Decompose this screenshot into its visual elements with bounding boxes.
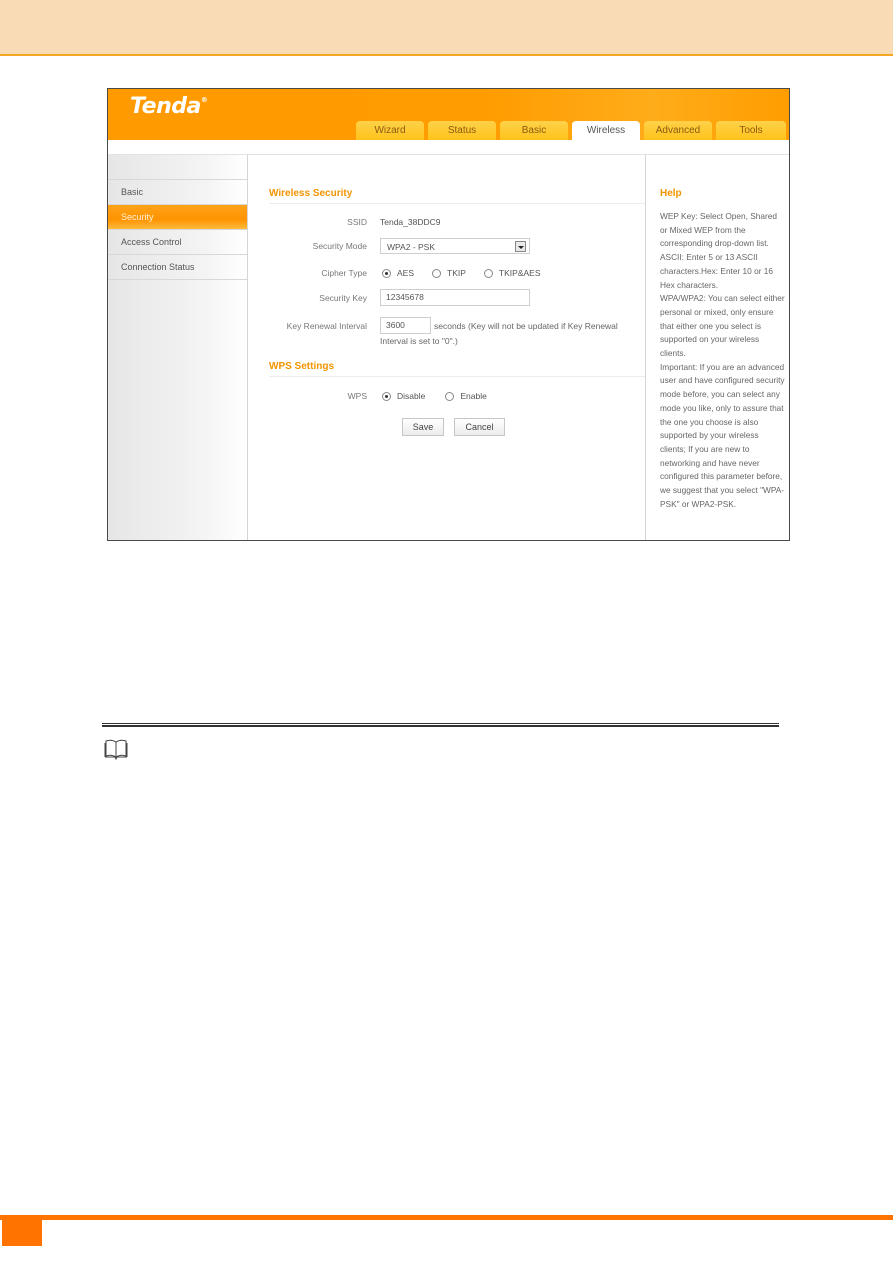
footer-rule (0, 1215, 893, 1220)
tab-advanced[interactable]: Advanced (644, 121, 712, 140)
document-page-header (0, 0, 893, 56)
cancel-button[interactable]: Cancel (454, 418, 505, 436)
wps-disable-label: Disable (397, 391, 426, 401)
ssid-label: SSID (347, 217, 367, 227)
router-banner: Tenda® Wizard Status Basic Wireless Adva… (108, 89, 789, 140)
ssid-value: Tenda_38DDC9 (380, 217, 441, 227)
book-icon (104, 739, 128, 760)
tenda-logo: Tenda® (130, 94, 208, 119)
section-divider (269, 376, 645, 377)
security-mode-select[interactable]: WPA2 - PSK (380, 238, 530, 254)
tab-tools[interactable]: Tools (716, 121, 786, 140)
security-mode-label: Security Mode (312, 241, 367, 251)
page-number-tab (2, 1220, 42, 1246)
cipher-type-group: AES TKIP TKIP&AES (382, 268, 541, 278)
main-nav-tabs: Wizard Status Basic Wireless Advanced To… (356, 121, 786, 140)
sidebar-item-connection-status[interactable]: Connection Status (108, 255, 247, 280)
help-body: WEP Key: Select Open, Shared or Mixed WE… (660, 210, 786, 511)
radio-checked-icon[interactable] (382, 391, 391, 401)
sub-header-bar (108, 140, 789, 155)
sidebar-item-security[interactable]: Security (108, 205, 247, 230)
key-renewal-label: Key Renewal Interval (286, 321, 367, 331)
radio-unchecked-icon[interactable] (432, 268, 442, 278)
security-key-input[interactable]: 12345678 (380, 289, 530, 306)
sidebar-item-basic[interactable]: Basic (108, 180, 247, 205)
cipher-aes-radio[interactable]: AES (382, 268, 414, 278)
sidebar-spacer (108, 155, 247, 180)
key-renewal-note-line1: seconds (Key will not be updated if Key … (434, 321, 618, 331)
tab-basic[interactable]: Basic (500, 121, 568, 140)
radio-unchecked-icon[interactable] (445, 391, 455, 401)
cipher-tkip-label: TKIP (447, 268, 466, 278)
radio-unchecked-icon[interactable] (483, 268, 493, 278)
key-renewal-input[interactable]: 3600 (380, 317, 431, 334)
dropdown-arrow-icon[interactable] (515, 241, 526, 252)
wps-enable-label: Enable (460, 391, 487, 401)
radio-checked-icon[interactable] (382, 268, 391, 278)
sidebar: Basic Security Access Control Connection… (108, 155, 248, 540)
router-admin-screenshot: Tenda® Wizard Status Basic Wireless Adva… (107, 88, 790, 541)
security-mode-value: WPA2 - PSK (387, 242, 436, 252)
help-paragraph-wep: WEP Key: Select Open, Shared or Mixed WE… (660, 211, 777, 290)
section-divider (269, 203, 645, 204)
sidebar-item-access-control[interactable]: Access Control (108, 230, 247, 255)
help-panel: Help WEP Key: Select Open, Shared or Mix… (645, 155, 789, 540)
wps-label: WPS (347, 391, 367, 401)
help-title: Help (660, 188, 682, 199)
cipher-type-label: Cipher Type (321, 268, 367, 278)
save-button[interactable]: Save (402, 418, 444, 436)
tab-wizard[interactable]: Wizard (356, 121, 424, 140)
cipher-tkip-aes-label: TKIP&AES (498, 268, 541, 278)
note-divider (102, 723, 779, 727)
help-paragraph-important: Important: If you are an advanced user a… (660, 361, 785, 509)
main-content: Wireless Security SSID Tenda_38DDC9 Secu… (252, 155, 645, 540)
security-key-label: Security Key (319, 293, 367, 303)
cipher-tkip-aes-radio[interactable]: TKIP&AES (483, 268, 541, 278)
help-paragraph-wpa: WPA/WPA2: You can select either personal… (660, 293, 785, 359)
tab-status[interactable]: Status (428, 121, 496, 140)
wps-enable-radio[interactable]: Enable (445, 391, 487, 401)
cipher-aes-label: AES (397, 268, 415, 278)
wps-radio-group: Disable Enable (382, 391, 487, 401)
wps-settings-title: WPS Settings (269, 361, 335, 372)
tab-wireless[interactable]: Wireless (572, 121, 640, 140)
cipher-tkip-radio[interactable]: TKIP (432, 268, 466, 278)
wireless-security-title: Wireless Security (269, 188, 353, 199)
wps-disable-radio[interactable]: Disable (382, 391, 425, 401)
key-renewal-note-line2: Interval is set to "0".) (380, 336, 458, 346)
